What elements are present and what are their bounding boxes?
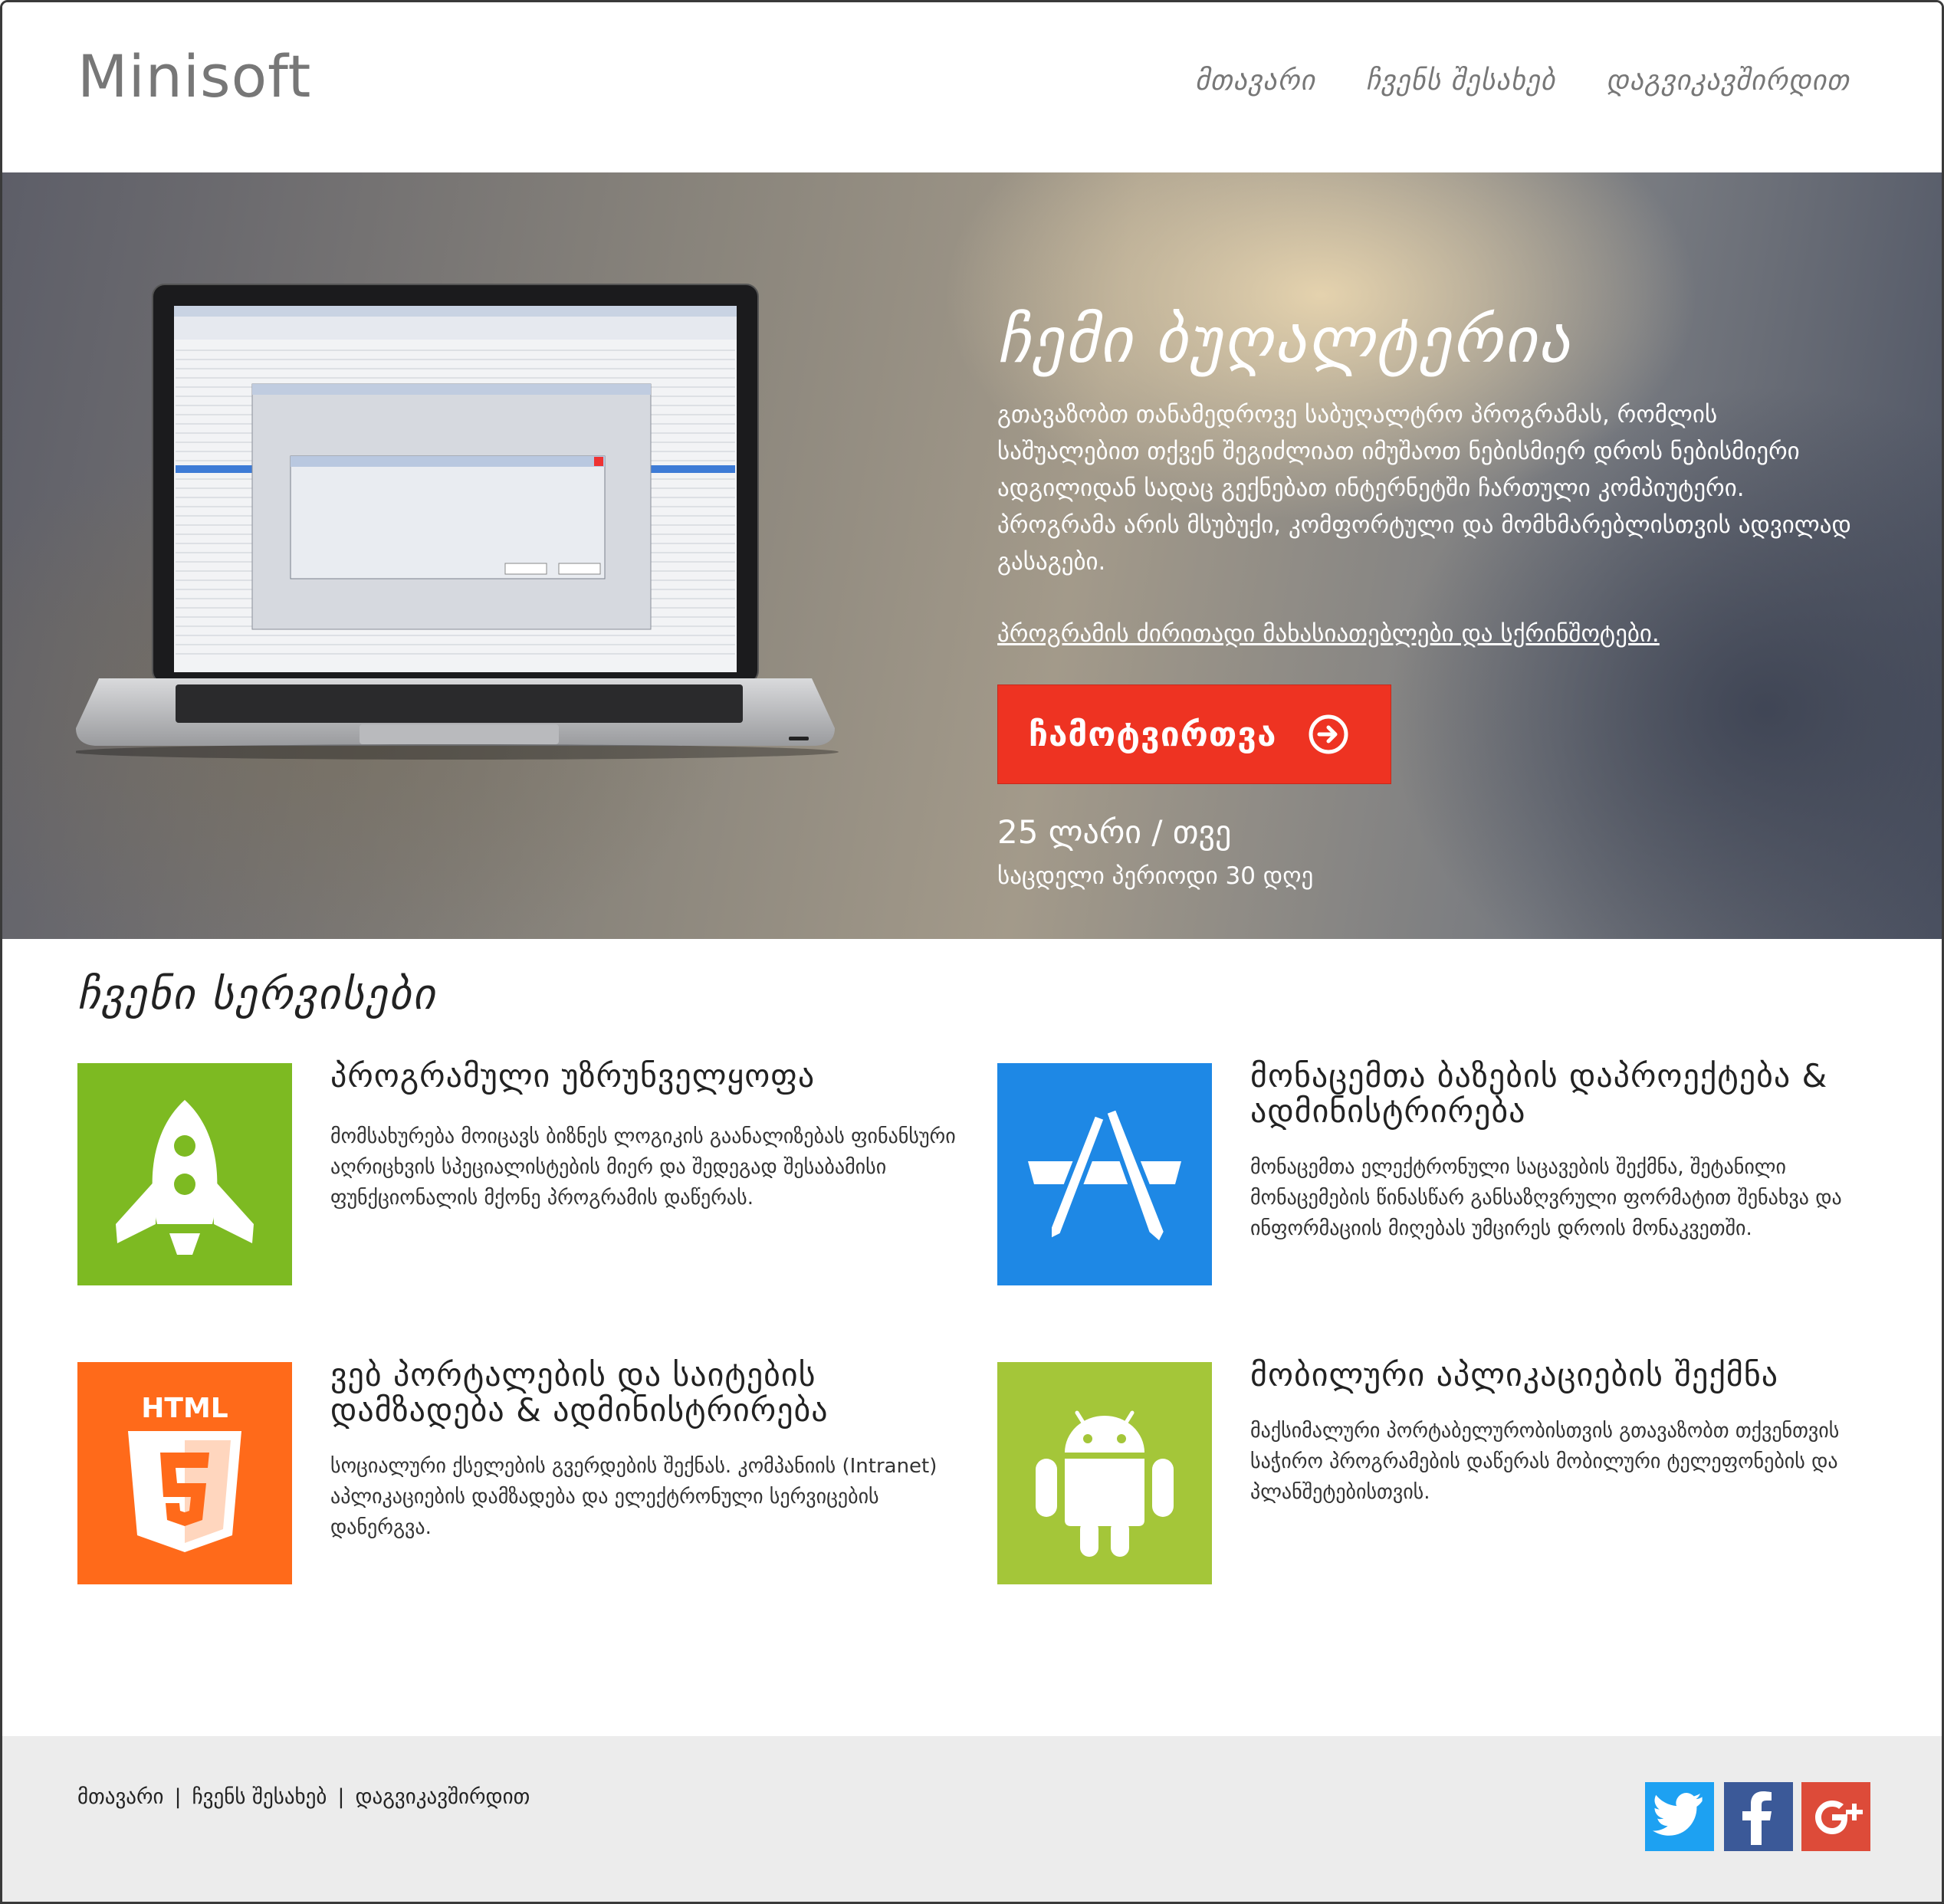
html5-icon-label: HTML [141,1393,228,1424]
service-description: მომსახურება მოიცავს ბიზნეს ლოგიკის გაანა… [330,1125,956,1210]
hero-title: ჩემი ბუღალტერია [997,304,1572,377]
android-icon [1036,1410,1174,1557]
service-description: მაქსიმალური პორტაბელურობისთვის გთავაზობთ… [1250,1420,1840,1504]
site-logo[interactable]: Minisoft [77,42,311,110]
service-item: პროგრამული უზრუნველყოფა მომსახურება მოიც… [77,1059,959,1285]
service-title: მონაცემთა ბაზების დაპროექტება & ადმინისტ… [1250,1057,1828,1130]
service-title: მობილური აპლიკაციების შექმნა [1250,1356,1779,1394]
service-tile [997,1063,1212,1285]
download-button-label: ჩამოტვირთვა [1029,714,1277,754]
page: Minisoft მთავარი ჩვენს შესახებ დაგვიკავშ… [0,0,1944,1904]
service-title: ვებ პორტალების და საიტების დამზადება & ა… [330,1356,829,1429]
footer-separator: | [174,1785,182,1809]
service-item: HTML ვებ პორტალების და საიტების დამზადებ… [77,1357,959,1584]
facebook-icon[interactable] [1724,1782,1793,1851]
features-link[interactable]: პროგრამის ძირითადი მახასიათებლები და სქრ… [997,620,1660,648]
service-item: მონაცემთა ბაზების დაპროექტება & ადმინისტ… [997,1059,1879,1285]
footer-separator: | [337,1785,345,1809]
service-title: პროგრამული უზრუნველყოფა [330,1057,816,1095]
nav-about[interactable]: ჩვენს შესახებ [1366,65,1555,97]
trial-text: საცდელი პერიოდი 30 დღე [997,862,1314,890]
rocket-icon [116,1100,254,1255]
footer-link-home[interactable]: მთავარი [77,1785,163,1809]
service-tile [997,1362,1212,1584]
hero-section: ჩემი ბუღალტერია გთავაზობთ თანამედროვე სა… [2,172,1942,939]
service-item: მობილური აპლიკაციების შექმნა მაქსიმალური… [997,1357,1879,1584]
laptop-screenshot-image [76,284,839,760]
download-button[interactable]: ჩამოტვირთვა [997,684,1391,784]
site-footer: მთავარი | ჩვენს შესახებ | დაგვიკავშირდით [2,1736,1942,1902]
html5-icon: HTML [128,1393,241,1552]
app-store-icon [1028,1105,1181,1248]
main-nav: მთავარი ჩვენს შესახებ დაგვიკავშირდით [1195,65,1850,97]
footer-nav: მთავარი | ჩვენს შესახებ | დაგვიკავშირდით [77,1785,530,1809]
arrow-right-circle-icon [1309,714,1348,754]
twitter-icon[interactable] [1645,1782,1714,1851]
google-plus-icon[interactable] [1801,1782,1870,1851]
nav-home[interactable]: მთავარი [1195,65,1315,97]
footer-link-about[interactable]: ჩვენს შესახებ [192,1785,327,1809]
services-title: ჩვენი სერვისები [77,970,437,1019]
footer-link-contact[interactable]: დაგვიკავშირდით [355,1785,530,1809]
service-tile [77,1063,292,1285]
service-tile: HTML [77,1362,292,1584]
hero-description: გთავაზობთ თანამედროვე საბუღალტრო პროგრამ… [997,401,1851,576]
price-text: 25 ლარი / თვე [997,813,1232,851]
service-description: სოციალური ქსელების გვერდების შექნას. კომ… [330,1455,938,1539]
nav-contact[interactable]: დაგვიკავშირდით [1606,65,1850,97]
service-description: მონაცემთა ელექტრონული საცავების შექმნა, … [1250,1156,1842,1240]
site-header: Minisoft მთავარი ჩვენს შესახებ დაგვიკავშ… [2,2,1942,172]
